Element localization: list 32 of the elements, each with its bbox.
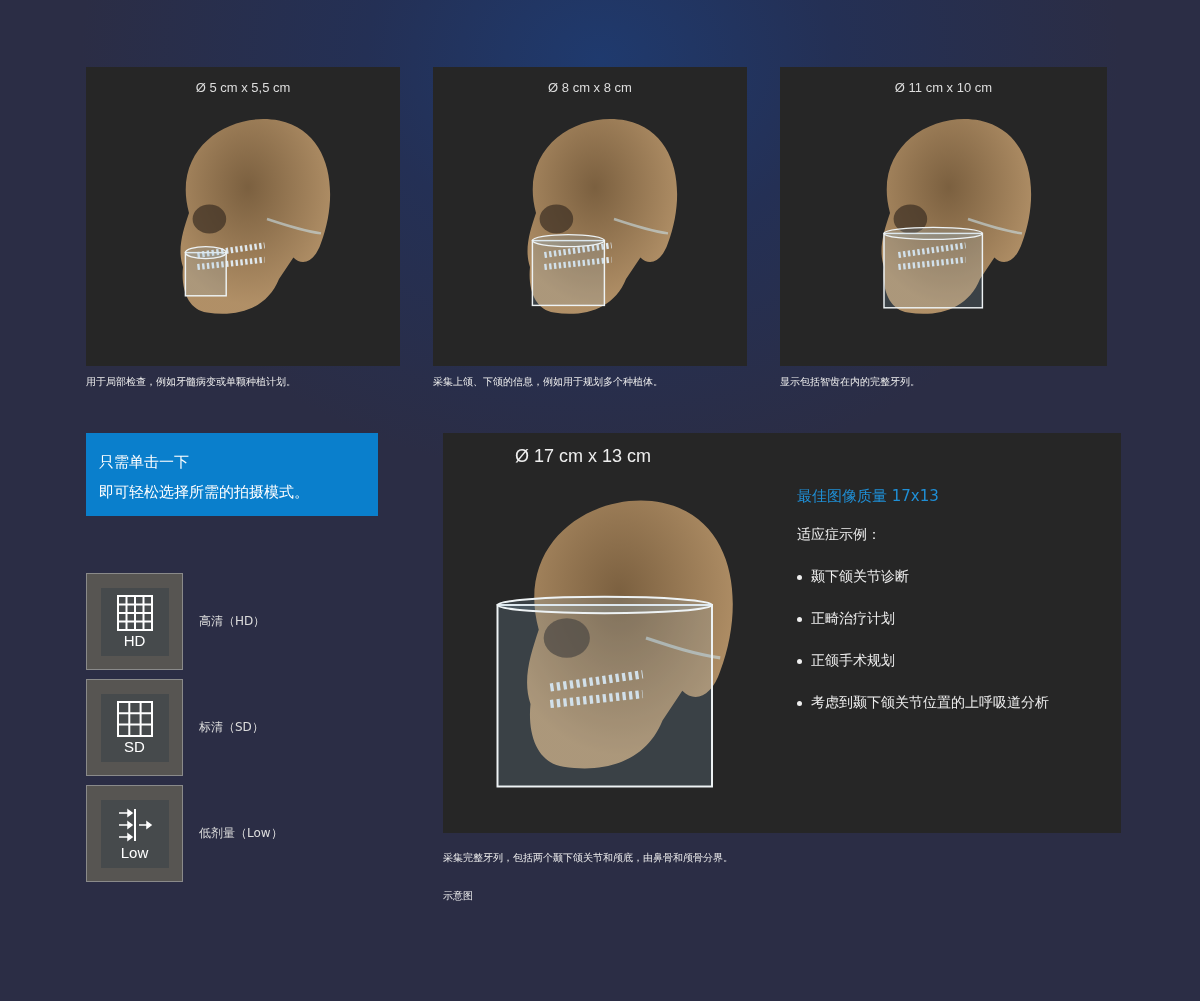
callout-banner: 只需单击一下 即可轻松选择所需的拍摄模式。 [86,433,378,516]
feature-caption: 采集完整牙列，包括两个颞下颌关节和颅底，由鼻骨和颅骨分界。 [443,851,734,865]
grid-icon [116,594,153,631]
mode-label: 低剂量（Low） [199,825,283,842]
bullet-icon [797,658,802,664]
mode-icon-label: Low [120,844,149,861]
mode-button[interactable]: Low [86,785,183,882]
field-size: Ø 5 cm x 5,5 cm [195,80,291,95]
indication-item: 颞下颌关节诊断 [811,568,909,586]
indications-heading: 适应症示例： [797,526,882,544]
field-size: Ø 8 cm x 8 cm [548,80,632,95]
mode-label: 高清（HD） [199,613,266,630]
indication-item: 考虑到颞下颌关节位置的上呼吸道分析 [811,694,1049,712]
bullet-icon [797,700,802,706]
grid-icon [116,700,153,737]
bullet-icon [797,616,802,622]
field-size: Ø 17 cm x 13 cm [514,446,651,467]
illustration-note: 示意图 [443,889,474,903]
field-size: Ø 11 cm x 10 cm [894,80,993,95]
arrows-icon [116,806,153,843]
indication-item: 正畸治疗计划 [811,610,895,628]
mode-icon-label: SD [124,738,145,755]
mode-button[interactable]: SD [86,679,183,776]
indication-item: 正颌手术规划 [811,652,895,670]
panel-caption: 采集上颌、下颌的信息，例如用于规划多个种植体。 [433,375,664,389]
panel-caption: 显示包括智齿在内的完整牙列。 [780,375,921,389]
mode-icon-label: HD [123,632,146,649]
mode-label: 标清（SD） [199,719,264,736]
mode-button[interactable]: HD [86,573,183,670]
quality-title: 最佳图像质量 17x13 [797,487,940,506]
bullet-icon [797,574,802,580]
panel-caption: 用于局部检查，例如牙髓病变或单颗种植计划。 [86,375,297,389]
